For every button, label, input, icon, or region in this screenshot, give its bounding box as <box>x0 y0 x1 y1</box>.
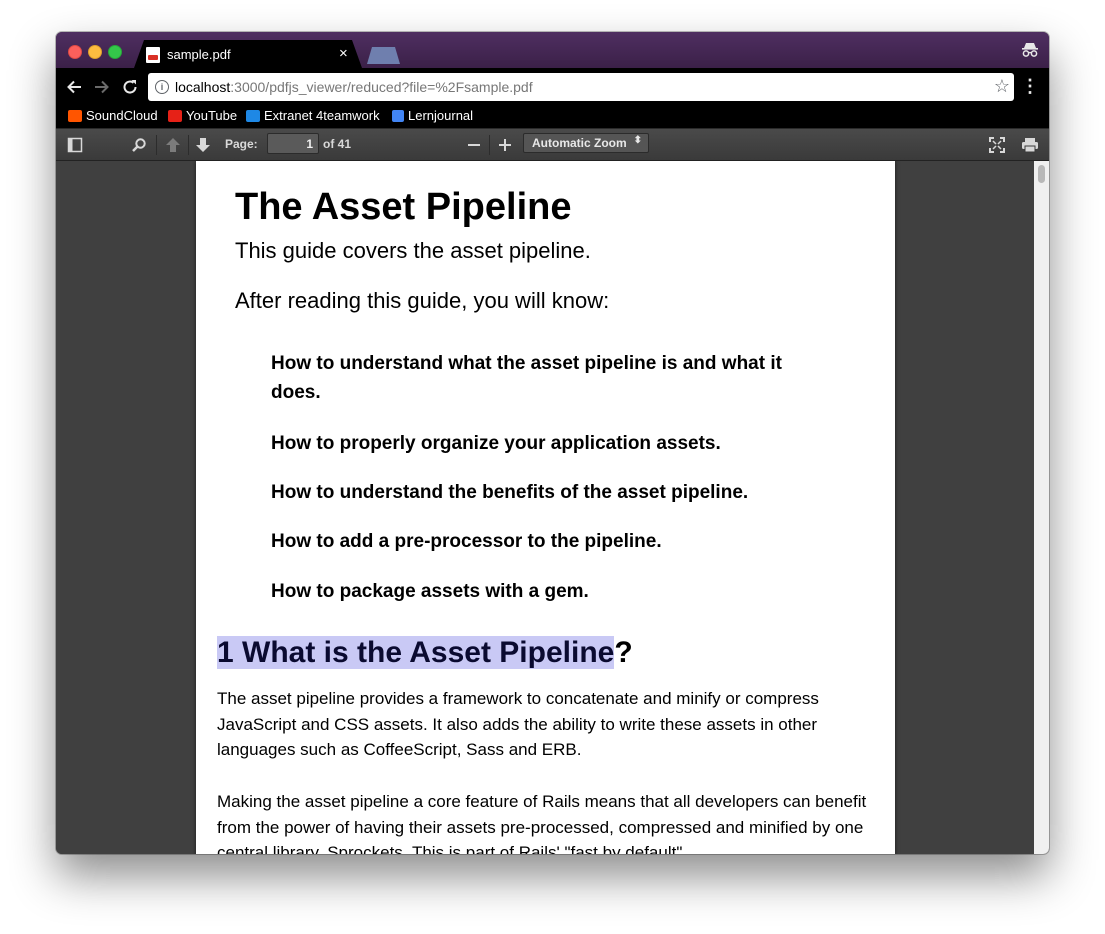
sidebar-toggle-icon[interactable] <box>66 135 84 155</box>
bookmark-label: YouTube <box>186 108 238 123</box>
star-icon[interactable]: ☆ <box>994 76 1010 97</box>
soundcloud-icon <box>68 110 82 122</box>
document-subtitle: This guide covers the asset pipeline. <box>235 238 591 263</box>
list-item: How to package assets with a gem. <box>271 581 589 602</box>
toolbar-separator <box>156 135 157 155</box>
tab-title: sample.pdf <box>167 47 231 62</box>
bookmark-extranet[interactable]: Extranet 4teamwork <box>246 108 380 126</box>
list-item: How to properly organize your applicatio… <box>271 433 721 454</box>
youtube-icon <box>168 110 182 122</box>
tab-close-icon[interactable]: × <box>339 45 348 62</box>
forward-arrow-icon[interactable] <box>90 75 114 99</box>
back-arrow-icon[interactable] <box>62 75 86 99</box>
bookmark-label: Lernjournal <box>408 108 474 123</box>
url-text[interactable]: localhost:3000/pdfjs_viewer/reduced?file… <box>175 79 533 95</box>
bookmark-soundcloud[interactable]: SoundCloud <box>68 108 158 126</box>
document-title: The Asset Pipeline <box>235 186 572 228</box>
bookmark-label: SoundCloud <box>86 108 158 123</box>
kebab-menu-icon[interactable]: ⋮ <box>1021 76 1039 97</box>
presentation-mode-icon[interactable] <box>987 135 1007 155</box>
info-icon[interactable]: i <box>155 80 169 94</box>
search-icon[interactable] <box>130 135 148 155</box>
pdf-file-icon <box>146 47 160 63</box>
toolbar-separator <box>188 135 189 155</box>
list-item: How to understand the benefits of the as… <box>271 482 749 503</box>
bookmark-youtube[interactable]: YouTube <box>168 108 237 126</box>
pdf-page: The Asset Pipeline This guide covers the… <box>196 161 895 854</box>
zoom-out-icon[interactable] <box>465 135 483 155</box>
bookmark-label: Extranet 4teamwork <box>264 108 380 123</box>
scrollbar[interactable] <box>1034 161 1049 854</box>
next-page-icon[interactable] <box>194 135 212 155</box>
paragraph: The asset pipeline provides a framework … <box>217 689 819 759</box>
select-caret-icon: ⬍ <box>633 135 642 146</box>
search-highlight: 1 What is the Asset Pipeline <box>217 636 615 669</box>
google-docs-icon <box>392 110 404 122</box>
previous-page-icon[interactable] <box>164 135 182 155</box>
tab-sample-pdf[interactable]: sample.pdf × <box>134 40 362 68</box>
toolbar-separator <box>489 135 490 155</box>
page-label: Page: <box>225 137 258 151</box>
bookmarks-bar: SoundCloud YouTube Extranet 4teamwork Le… <box>56 106 1049 128</box>
scrollbar-thumb[interactable] <box>1038 165 1045 183</box>
url-host: localhost <box>175 79 231 95</box>
tab-strip: sample.pdf × <box>56 32 1049 68</box>
new-tab-button[interactable] <box>367 47 400 64</box>
browser-toolbar: i localhost:3000/pdfjs_viewer/reduced?fi… <box>56 68 1049 106</box>
minimize-window-button[interactable] <box>88 45 102 59</box>
pdf-toolbar: Page: of 41 Automatic Zoom ⬍ <box>56 128 1049 161</box>
incognito-icon <box>1021 41 1039 59</box>
address-bar[interactable]: i localhost:3000/pdfjs_viewer/reduced?fi… <box>148 73 1014 101</box>
page-count: of 41 <box>323 137 352 151</box>
zoom-select-value: Automatic Zoom <box>532 136 627 150</box>
print-icon[interactable] <box>1020 135 1040 155</box>
pdf-viewer-container[interactable]: The Asset Pipeline This guide covers the… <box>56 161 1049 854</box>
zoom-in-icon[interactable] <box>496 135 514 155</box>
reload-icon[interactable] <box>118 75 142 99</box>
browser-window: sample.pdf × i localhost:3000/pdfjs_view… <box>56 32 1049 854</box>
page-number-input[interactable] <box>267 133 319 154</box>
section-heading-rest: ? <box>614 636 633 669</box>
bookmark-lernjournal[interactable]: Lernjournal <box>392 108 473 126</box>
list-item: How to understand what the asset pipelin… <box>271 353 782 403</box>
list-item: How to add a pre-processor to the pipeli… <box>271 531 662 552</box>
url-path: :3000/pdfjs_viewer/reduced?file=%2Fsampl… <box>230 79 533 95</box>
paragraph: Making the asset pipeline a core feature… <box>217 792 867 854</box>
maximize-window-button[interactable] <box>108 45 122 59</box>
close-window-button[interactable] <box>68 45 82 59</box>
section-heading: 1 What is the Asset Pipeline? <box>217 636 633 670</box>
extranet-icon <box>246 110 260 122</box>
zoom-select[interactable]: Automatic Zoom ⬍ <box>523 133 649 153</box>
document-intro: After reading this guide, you will know: <box>235 288 610 313</box>
